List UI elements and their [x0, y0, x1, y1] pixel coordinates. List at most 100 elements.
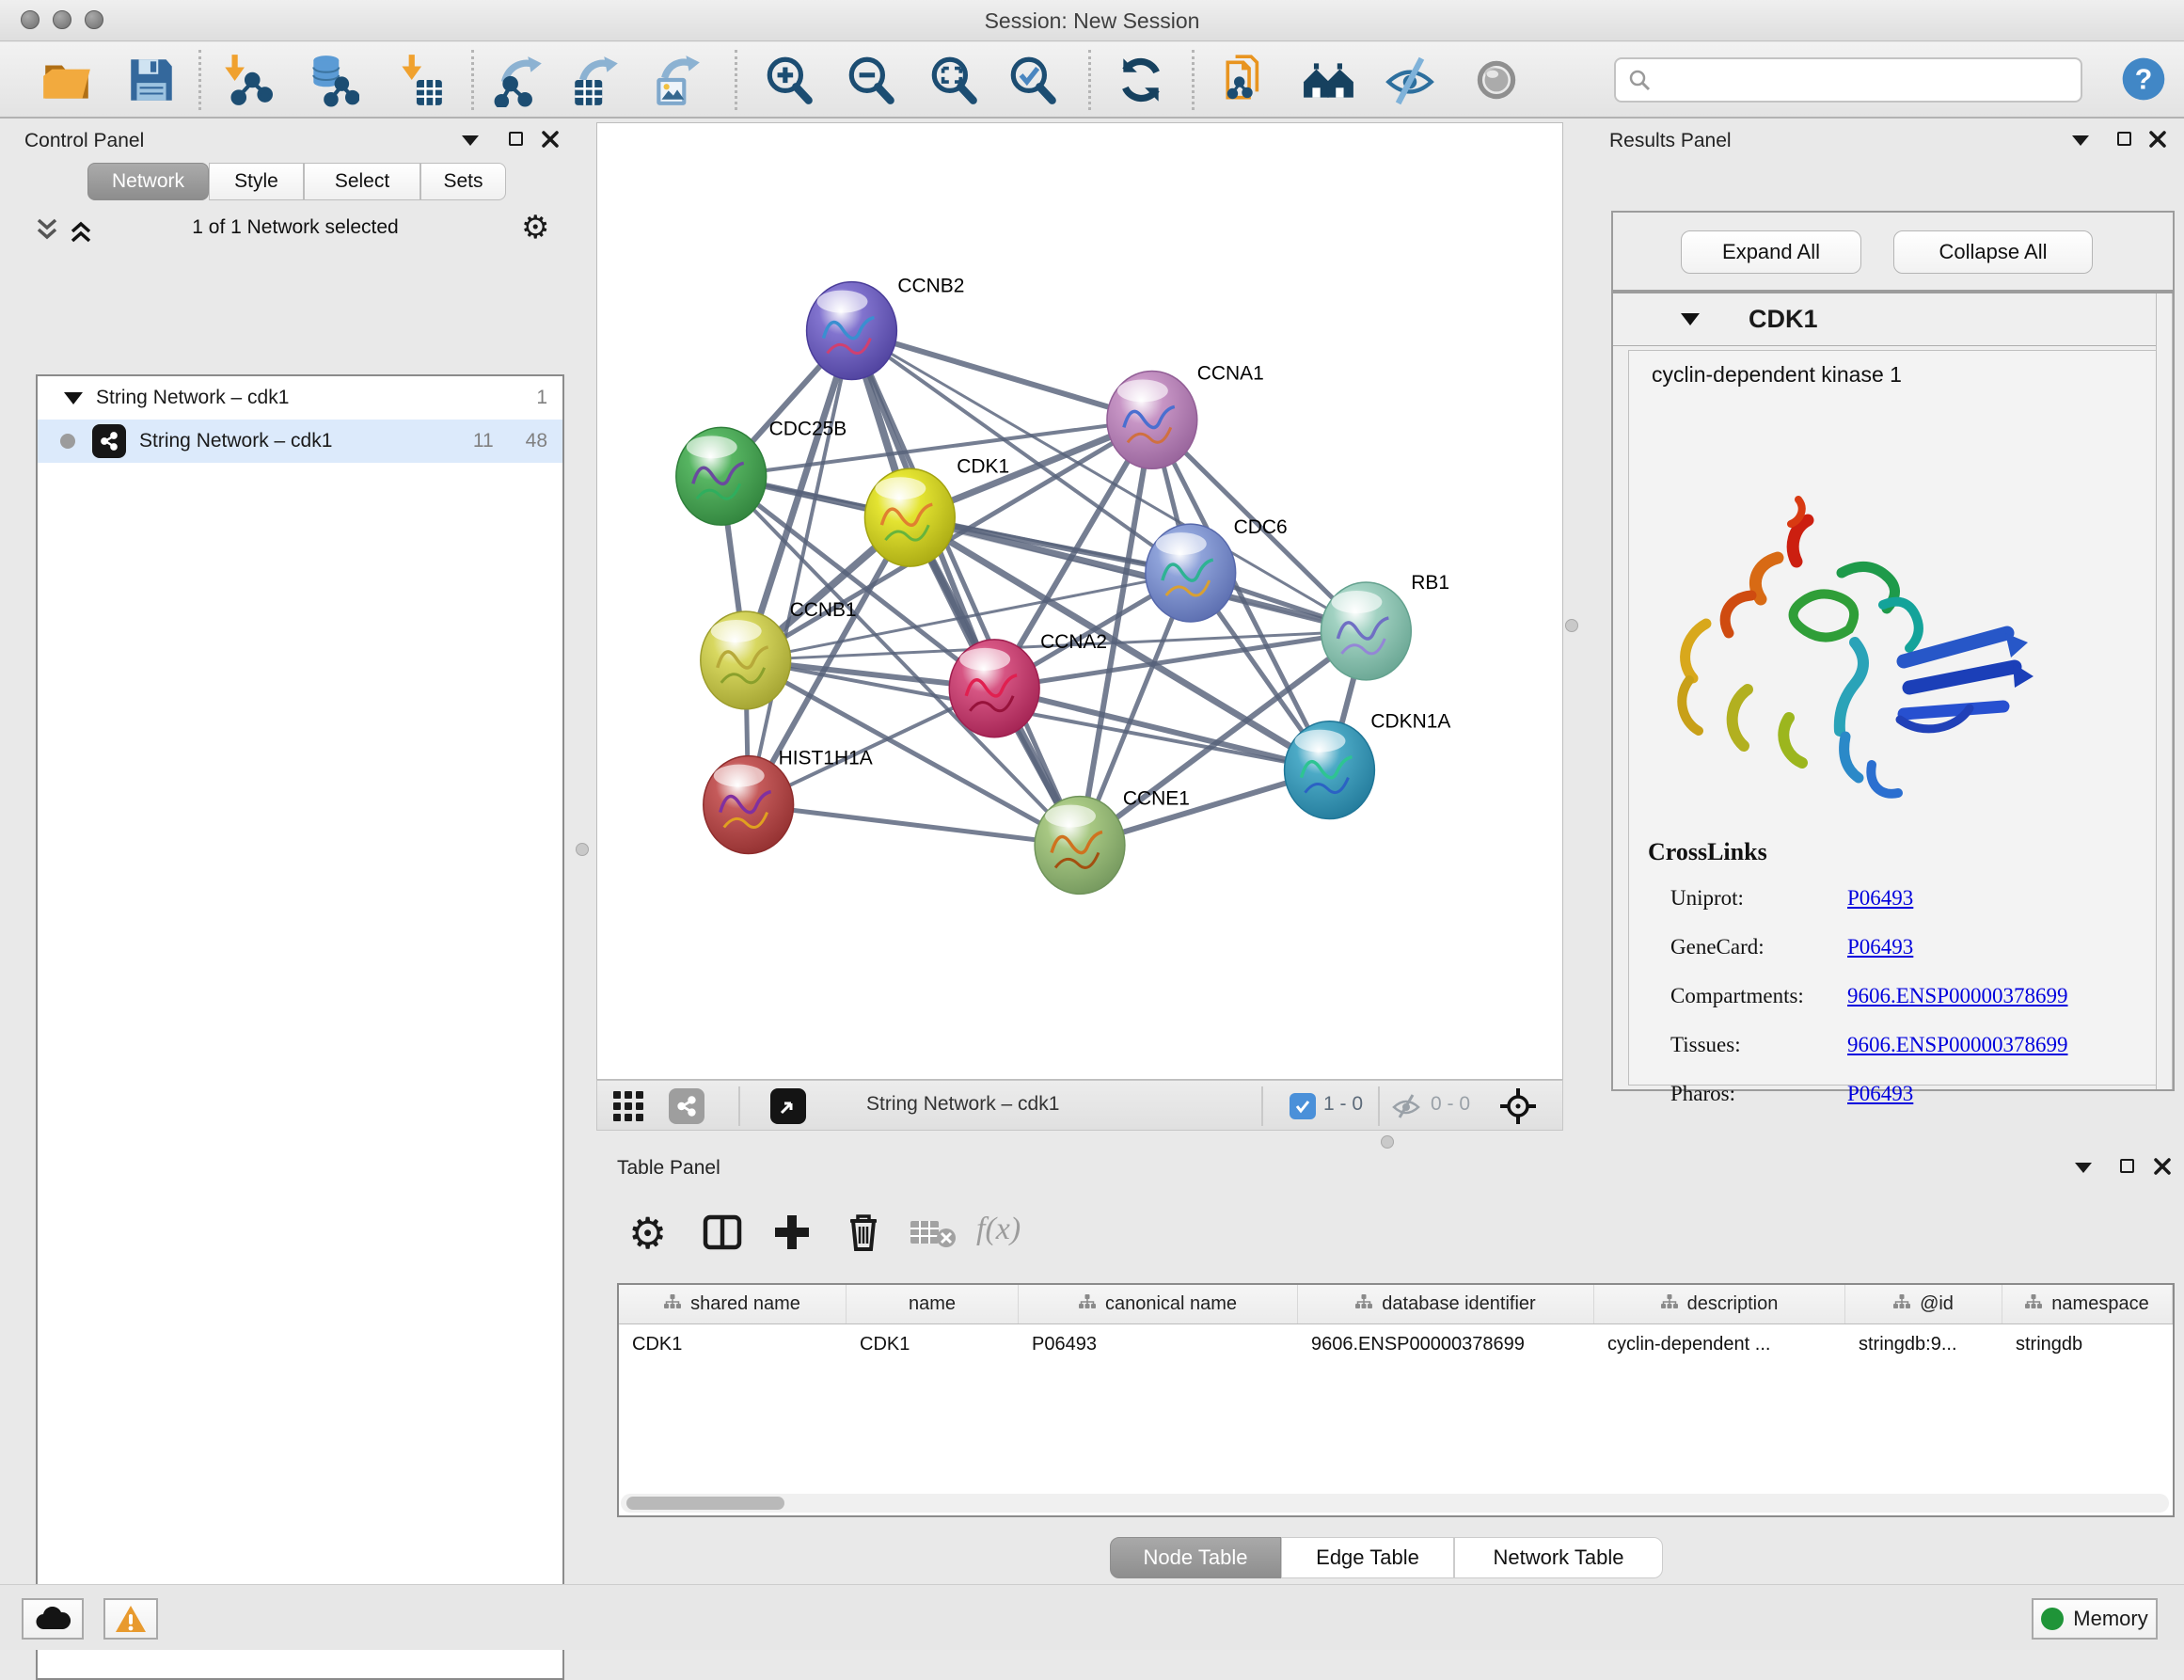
- entry-collapse-icon[interactable]: [1681, 313, 1700, 325]
- column-header-shared-name[interactable]: shared name: [619, 1285, 847, 1323]
- export-table-to-file-button[interactable]: [569, 53, 624, 107]
- string-view-icon[interactable]: [669, 1088, 704, 1124]
- column-header--id[interactable]: @id: [1845, 1285, 2002, 1323]
- table-cell[interactable]: CDK1: [847, 1324, 1019, 1365]
- close-panel-button[interactable]: [542, 131, 559, 148]
- tab-network-table[interactable]: Network Table: [1454, 1537, 1663, 1578]
- expand-all-networks-icon[interactable]: [68, 216, 94, 249]
- network-edge-CCNB2-CCNA1[interactable]: [851, 331, 1151, 420]
- network-node-CCNE1[interactable]: [1035, 797, 1125, 895]
- function-builder-icon[interactable]: f(x): [976, 1212, 1021, 1247]
- open-session-button[interactable]: [40, 53, 94, 107]
- zoom-fit-content-button[interactable]: [926, 53, 981, 107]
- network-collection-row[interactable]: String Network – cdk1 1: [38, 376, 562, 420]
- float-panel-button[interactable]: [462, 135, 479, 146]
- zoom-out-button[interactable]: [844, 53, 898, 107]
- table-horizontal-scrollbar[interactable]: [621, 1494, 2169, 1513]
- left-splitter-handle[interactable]: [576, 843, 589, 856]
- network-node-CDC6[interactable]: [1146, 524, 1236, 622]
- right-splitter-handle[interactable]: [1565, 619, 1578, 632]
- tab-sets[interactable]: Sets: [420, 163, 506, 200]
- uniprot-link[interactable]: P06493: [1847, 886, 1913, 910]
- table-cell[interactable]: stringdb:9...: [1845, 1324, 2002, 1365]
- compartments-link[interactable]: 9606.ENSP00000378699: [1847, 984, 2068, 1007]
- export-network-to-file-button[interactable]: [493, 53, 547, 107]
- network-node-HIST1H1A[interactable]: [704, 756, 794, 854]
- help-button[interactable]: ?: [2120, 55, 2167, 103]
- column-header-database-identifier[interactable]: database identifier: [1298, 1285, 1594, 1323]
- network-edge-CCNB2-CCNE1[interactable]: [851, 331, 1080, 846]
- network-node-CDK1[interactable]: [864, 468, 955, 566]
- grid-view-icon[interactable]: [612, 1090, 644, 1127]
- import-network-from-database-button[interactable]: [305, 53, 359, 107]
- birds-eye-crosshair-icon[interactable]: [1498, 1086, 1538, 1131]
- network-view-canvas[interactable]: CCNB2CCNA1CDC25BCDK1CDC6RB1CCNB1CCNA2CDK…: [596, 122, 1563, 1080]
- warning-status-button[interactable]: [103, 1598, 158, 1640]
- table-cell[interactable]: cyclin-dependent ...: [1594, 1324, 1845, 1365]
- table-scrollbar-thumb[interactable]: [626, 1497, 784, 1510]
- network-node-CCNA2[interactable]: [949, 640, 1039, 737]
- first-neighbors-button[interactable]: [1302, 53, 1356, 107]
- float-panel-button[interactable]: [2072, 135, 2089, 146]
- new-network-from-selection-button[interactable]: [1220, 53, 1274, 107]
- collapse-all-networks-icon[interactable]: [34, 216, 60, 249]
- collapse-all-button[interactable]: Collapse All: [1893, 230, 2093, 274]
- search-input[interactable]: [1652, 68, 2065, 92]
- hidden-eye-slash-icon[interactable]: [1391, 1092, 1421, 1125]
- column-header-namespace[interactable]: namespace: [2002, 1285, 2173, 1323]
- delete-column-icon[interactable]: [841, 1210, 886, 1255]
- table-cell[interactable]: P06493: [1019, 1324, 1298, 1365]
- genecard-link[interactable]: P06493: [1847, 935, 1913, 959]
- string-network-graph[interactable]: CCNB2CCNA1CDC25BCDK1CDC6RB1CCNB1CCNA2CDK…: [597, 123, 1562, 1079]
- column-header-name[interactable]: name: [847, 1285, 1019, 1323]
- table-row[interactable]: CDK1CDK1P064939606.ENSP00000378699cyclin…: [619, 1324, 2173, 1365]
- tab-node-table[interactable]: Node Table: [1110, 1537, 1281, 1578]
- zoom-selected-button[interactable]: [1005, 53, 1060, 107]
- import-network-from-file-button[interactable]: [218, 53, 273, 107]
- pharos-link[interactable]: P06493: [1847, 1082, 1913, 1105]
- network-options-gear-icon[interactable]: ⚙: [521, 209, 549, 246]
- export-image-button[interactable]: [649, 53, 704, 107]
- column-header-description[interactable]: description: [1594, 1285, 1845, 1323]
- show-columns-icon[interactable]: [700, 1210, 745, 1255]
- float-panel-button[interactable]: [2075, 1163, 2092, 1173]
- delete-table-icon[interactable]: [909, 1210, 954, 1255]
- tab-network[interactable]: Network: [87, 163, 209, 200]
- selected-checkbox-icon[interactable]: [1290, 1093, 1316, 1119]
- table-cell[interactable]: 9606.ENSP00000378699: [1298, 1324, 1594, 1365]
- zoom-in-button[interactable]: [762, 53, 816, 107]
- table-cell[interactable]: CDK1: [619, 1324, 847, 1365]
- bottom-splitter-handle[interactable]: [1381, 1135, 1394, 1149]
- navigator-icon[interactable]: [770, 1088, 806, 1124]
- tab-select[interactable]: Select: [304, 163, 420, 200]
- import-table-from-file-button[interactable]: [391, 53, 446, 107]
- network-node-CCNB2[interactable]: [807, 282, 897, 380]
- tab-edge-table[interactable]: Edge Table: [1281, 1537, 1454, 1578]
- maximize-panel-button[interactable]: [2117, 132, 2131, 146]
- show-all-button[interactable]: [1469, 53, 1524, 107]
- table-options-gear-icon[interactable]: ⚙: [628, 1208, 667, 1259]
- close-panel-button[interactable]: [2154, 1158, 2171, 1175]
- cloud-status-button[interactable]: [22, 1598, 84, 1640]
- results-scrollbar[interactable]: [2156, 293, 2173, 1089]
- apply-preferred-layout-button[interactable]: [1114, 53, 1168, 107]
- maximize-panel-button[interactable]: [2120, 1159, 2134, 1173]
- network-node-CDC25B[interactable]: [676, 427, 767, 525]
- network-node-CCNA1[interactable]: [1107, 371, 1197, 468]
- search-bar[interactable]: [1614, 57, 2082, 103]
- save-session-button[interactable]: [124, 53, 179, 107]
- table-cell[interactable]: stringdb: [2002, 1324, 2173, 1365]
- network-node-RB1[interactable]: [1321, 582, 1411, 680]
- column-header-canonical-name[interactable]: canonical name: [1019, 1285, 1298, 1323]
- maximize-panel-button[interactable]: [509, 132, 523, 146]
- collection-expand-icon[interactable]: [64, 392, 83, 404]
- expand-all-button[interactable]: Expand All: [1681, 230, 1861, 274]
- network-node-CCNB1[interactable]: [701, 611, 791, 709]
- create-column-icon[interactable]: [769, 1210, 815, 1255]
- tissues-link[interactable]: 9606.ENSP00000378699: [1847, 1033, 2068, 1056]
- tab-style[interactable]: Style: [209, 163, 304, 200]
- cdk1-entry-header[interactable]: CDK1: [1613, 293, 2157, 346]
- hide-selected-button[interactable]: [1383, 53, 1437, 107]
- network-row-selected[interactable]: String Network – cdk1 11 48: [38, 420, 562, 463]
- close-panel-button[interactable]: [2149, 131, 2166, 148]
